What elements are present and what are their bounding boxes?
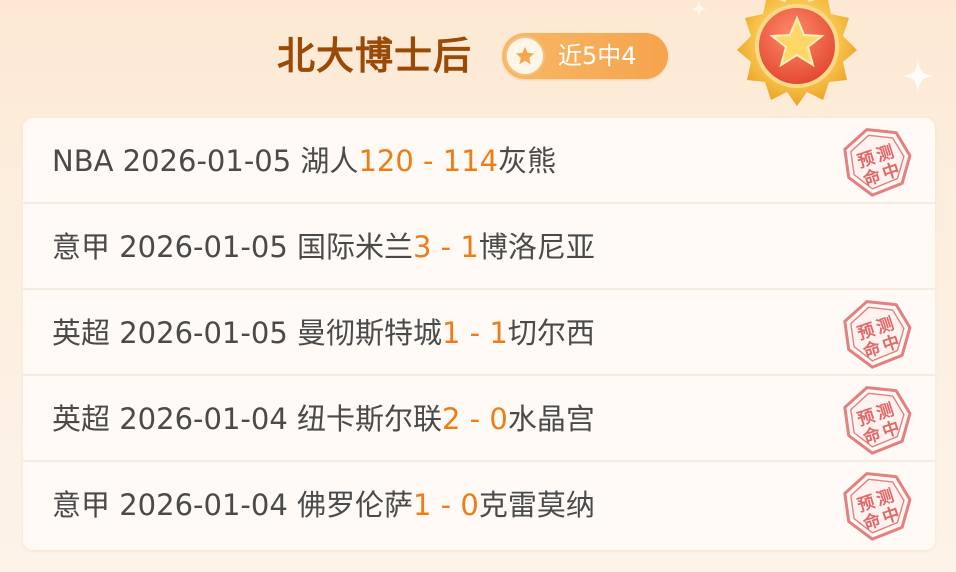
match-info: 英超 2026-01-05 曼彻斯特城1 - 1切尔西 (52, 290, 595, 376)
score-separator: - (413, 144, 443, 178)
home-team: 湖人 (300, 144, 359, 178)
home-score: 3 (413, 230, 432, 264)
prediction-hit-stamp: 预测命中 (843, 386, 912, 455)
home-team: 佛罗伦萨 (297, 488, 414, 522)
header: 北大博士后 近5中4 (0, 0, 956, 118)
prediction-list: NBA 2026-01-05 湖人120 - 114灰熊预测命中意甲 2026-… (23, 118, 935, 550)
away-team: 水晶宫 (507, 402, 595, 436)
away-score: 0 (489, 402, 508, 436)
star-icon (505, 36, 545, 76)
match-date: 2026-01-05 (119, 230, 288, 264)
match-league: 英超 (52, 402, 111, 436)
home-team: 国际米兰 (297, 230, 414, 264)
prediction-hit-stamp: 预测命中 (843, 472, 912, 541)
match-date: 2026-01-04 (119, 488, 288, 522)
home-team: 纽卡斯尔联 (297, 402, 443, 436)
match-info: 意甲 2026-01-04 佛罗伦萨1 - 0克雷莫纳 (52, 462, 595, 548)
star-medal-icon (737, 0, 857, 106)
score-separator: - (460, 402, 490, 436)
home-score: 1 (442, 316, 461, 350)
match-date: 2026-01-05 (119, 316, 288, 350)
score-separator: - (431, 230, 461, 264)
home-score: 2 (442, 402, 461, 436)
match-info: 英超 2026-01-04 纽卡斯尔联2 - 0水晶宫 (52, 376, 595, 462)
match-date: 2026-01-05 (122, 144, 292, 178)
prediction-hit-stamp: 预测命中 (843, 128, 912, 197)
away-score: 1 (460, 230, 479, 264)
home-score: 120 (358, 144, 414, 178)
prediction-hit-stamp: 预测命中 (843, 300, 912, 369)
expert-name[interactable]: 北大博士后 (277, 30, 472, 82)
home-score: 1 (413, 488, 432, 522)
sparkle-icon (691, 1, 707, 17)
match-info: 意甲 2026-01-05 国际米兰3 - 1博洛尼亚 (52, 204, 595, 290)
away-team: 切尔西 (507, 316, 595, 350)
prediction-row[interactable]: 英超 2026-01-05 曼彻斯特城1 - 1切尔西预测命中 (23, 290, 935, 376)
match-league: 意甲 (52, 230, 111, 264)
prediction-row[interactable]: 英超 2026-01-04 纽卡斯尔联2 - 0水晶宫 预测命中 (23, 376, 935, 462)
away-score: 114 (442, 144, 499, 178)
score-separator: - (431, 488, 461, 522)
streak-badge: 近5中4 (502, 33, 668, 79)
prediction-row[interactable]: NBA 2026-01-05 湖人120 - 114灰熊 预测命中 (23, 118, 935, 204)
match-league: 英超 (52, 316, 111, 350)
away-team: 灰熊 (498, 144, 557, 178)
match-info: NBA 2026-01-05 湖人120 - 114灰熊 (52, 118, 556, 204)
away-score: 0 (460, 488, 479, 522)
prediction-row[interactable]: 意甲 2026-01-05 国际米兰3 - 1博洛尼亚 (23, 204, 935, 290)
prediction-row[interactable]: 意甲 2026-01-04 佛罗伦萨1 - 0克雷莫纳 预测命中 (23, 462, 935, 548)
away-team: 克雷莫纳 (478, 488, 595, 522)
away-team: 博洛尼亚 (478, 230, 595, 264)
score-separator: - (460, 316, 490, 350)
match-league: NBA (52, 144, 114, 178)
home-team: 曼彻斯特城 (297, 316, 443, 350)
match-league: 意甲 (52, 488, 111, 522)
sparkle-icon (902, 60, 934, 92)
away-score: 1 (489, 316, 508, 350)
match-date: 2026-01-04 (119, 402, 288, 436)
streak-text: 近5中4 (558, 42, 637, 70)
